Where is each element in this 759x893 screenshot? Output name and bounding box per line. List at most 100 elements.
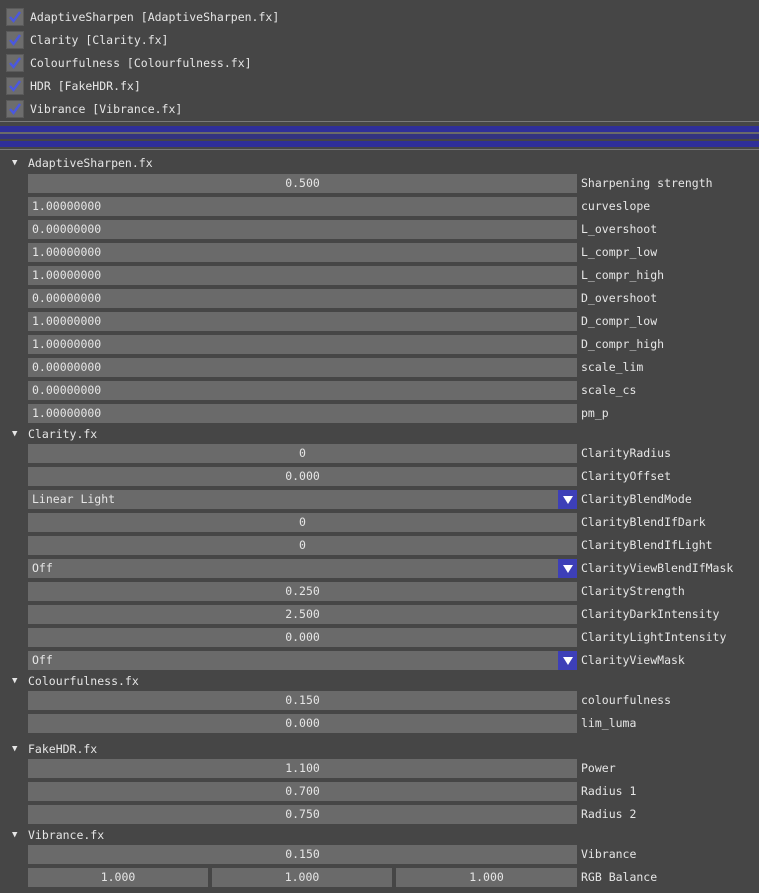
- param-row: 0.00000000 D_overshoot: [0, 289, 759, 309]
- dropdown-arrow-icon[interactable]: [558, 651, 577, 670]
- checkmark-icon: [9, 57, 21, 69]
- checkbox[interactable]: [6, 8, 24, 26]
- checkbox[interactable]: [6, 100, 24, 118]
- input-scale-lim[interactable]: 0.00000000: [28, 358, 577, 377]
- slider-power[interactable]: 1.100: [28, 759, 577, 778]
- slider-sharpening-strength[interactable]: 0.500: [28, 174, 577, 193]
- separator: [0, 149, 759, 150]
- param-row: 0 ClarityBlendIfLight: [0, 536, 759, 556]
- slider-lim-luma[interactable]: 0.000: [28, 714, 577, 733]
- param-value: 0: [299, 515, 306, 529]
- input-l-overshoot[interactable]: 0.00000000: [28, 220, 577, 239]
- slider-clarity-strength[interactable]: 0.250: [28, 582, 577, 601]
- param-label: curveslope: [581, 199, 651, 213]
- combo-clarity-view-mask[interactable]: Off: [28, 651, 577, 670]
- param-row: Linear Light ClarityBlendMode: [0, 490, 759, 510]
- effect-toggle-vibrance[interactable]: Vibrance [Vibrance.fx]: [6, 99, 182, 119]
- input-curveslope[interactable]: 1.00000000: [28, 197, 577, 216]
- param-label: ClarityBlendIfDark: [581, 515, 706, 529]
- param-label: scale_cs: [581, 383, 637, 397]
- param-label: ClarityOffset: [581, 469, 672, 483]
- param-label: ClarityBlendIfLight: [581, 538, 713, 552]
- param-value: 0.00000000: [32, 383, 102, 397]
- section-header-colourfulness[interactable]: ▼ Colourfulness.fx: [12, 673, 139, 689]
- slider-clarity-offset[interactable]: 0.000: [28, 467, 577, 486]
- slider-rgb-balance-r[interactable]: 1.000: [28, 868, 208, 887]
- param-value: 2.500: [285, 607, 320, 621]
- input-scale-cs[interactable]: 0.00000000: [28, 381, 577, 400]
- param-label: ClarityDarkIntensity: [581, 607, 720, 621]
- param-row: Off ClarityViewBlendIfMask: [0, 559, 759, 579]
- param-row: 2.500 ClarityDarkIntensity: [0, 605, 759, 625]
- param-label: Power: [581, 761, 616, 775]
- dropdown-arrow-icon[interactable]: [558, 559, 577, 578]
- effect-toggle-hdr[interactable]: HDR [FakeHDR.fx]: [6, 76, 141, 96]
- param-value: 0: [299, 446, 306, 460]
- collapse-triangle-icon: ▼: [12, 676, 18, 686]
- param-row: 1.000 1.000 1.000 RGB Balance: [0, 868, 759, 888]
- param-label: Radius 2: [581, 807, 637, 821]
- checkbox[interactable]: [6, 31, 24, 49]
- slider-rgb-balance-g[interactable]: 1.000: [212, 868, 392, 887]
- param-value: 0.000: [285, 469, 320, 483]
- input-pm-p[interactable]: 1.00000000: [28, 404, 577, 423]
- param-row: 0.150 Vibrance: [0, 845, 759, 865]
- slider-clarity-blend-if-dark[interactable]: 0: [28, 513, 577, 532]
- param-label: ClarityViewBlendIfMask: [581, 561, 734, 575]
- slider-clarity-light-intensity[interactable]: 0.000: [28, 628, 577, 647]
- param-row: 1.00000000 D_compr_low: [0, 312, 759, 332]
- param-row: 1.00000000 L_compr_high: [0, 266, 759, 286]
- section-title: Vibrance.fx: [28, 828, 105, 842]
- param-label: D_overshoot: [581, 291, 658, 305]
- input-d-compr-high[interactable]: 1.00000000: [28, 335, 577, 354]
- slider-colourfulness[interactable]: 0.150: [28, 691, 577, 710]
- param-row: 0 ClarityRadius: [0, 444, 759, 464]
- param-value: Linear Light: [32, 492, 116, 506]
- input-d-overshoot[interactable]: 0.00000000: [28, 289, 577, 308]
- param-label: ClarityBlendMode: [581, 492, 692, 506]
- param-value: 1.00000000: [32, 314, 102, 328]
- param-row: 0.750 Radius 2: [0, 805, 759, 825]
- param-label: Sharpening strength: [581, 176, 713, 190]
- param-value: 1.100: [285, 761, 320, 775]
- effect-toggle-clarity[interactable]: Clarity [Clarity.fx]: [6, 30, 168, 50]
- slider-rgb-balance-b[interactable]: 1.000: [396, 868, 577, 887]
- checkbox[interactable]: [6, 77, 24, 95]
- param-row: 1.00000000 pm_p: [0, 404, 759, 424]
- param-label: L_compr_high: [581, 268, 665, 282]
- input-l-compr-low[interactable]: 1.00000000: [28, 243, 577, 262]
- splitter-bar[interactable]: [0, 141, 759, 147]
- slider-clarity-dark-intensity[interactable]: 2.500: [28, 605, 577, 624]
- slider-radius-2[interactable]: 0.750: [28, 805, 577, 824]
- param-label: scale_lim: [581, 360, 644, 374]
- param-value: 0: [299, 538, 306, 552]
- effect-toggle-adaptivesharpen[interactable]: AdaptiveSharpen [AdaptiveSharpen.fx]: [6, 7, 279, 27]
- section-header-adaptivesharpen[interactable]: ▼ AdaptiveSharpen.fx: [12, 155, 153, 171]
- param-row: 0.00000000 scale_cs: [0, 381, 759, 401]
- section-title: FakeHDR.fx: [28, 742, 98, 756]
- param-row: 0.00000000 scale_lim: [0, 358, 759, 378]
- slider-clarity-blend-if-light[interactable]: 0: [28, 536, 577, 555]
- checkmark-icon: [9, 103, 21, 115]
- slider-clarity-radius[interactable]: 0: [28, 444, 577, 463]
- combo-clarity-view-blend-if-mask[interactable]: Off: [28, 559, 577, 578]
- combo-clarity-blend-mode[interactable]: Linear Light: [28, 490, 577, 509]
- section-header-clarity[interactable]: ▼ Clarity.fx: [12, 426, 97, 442]
- section-header-fakehdr[interactable]: ▼ FakeHDR.fx: [12, 741, 97, 757]
- slider-vibrance[interactable]: 0.150: [28, 845, 577, 864]
- dropdown-arrow-icon[interactable]: [558, 490, 577, 509]
- collapse-triangle-icon: ▼: [12, 429, 18, 439]
- effect-toggle-colourfulness[interactable]: Colourfulness [Colourfulness.fx]: [6, 53, 252, 73]
- slider-radius-1[interactable]: 0.700: [28, 782, 577, 801]
- input-l-compr-high[interactable]: 1.00000000: [28, 266, 577, 285]
- param-value: 0.750: [285, 807, 320, 821]
- effect-label: HDR [FakeHDR.fx]: [30, 79, 141, 93]
- section-header-vibrance[interactable]: ▼ Vibrance.fx: [12, 827, 104, 843]
- checkbox[interactable]: [6, 54, 24, 72]
- param-label: Radius 1: [581, 784, 637, 798]
- section-title: Clarity.fx: [28, 427, 98, 441]
- param-row: 0.000 ClarityLightIntensity: [0, 628, 759, 648]
- param-label: L_compr_low: [581, 245, 658, 259]
- input-d-compr-low[interactable]: 1.00000000: [28, 312, 577, 331]
- param-row: 1.00000000 curveslope: [0, 197, 759, 217]
